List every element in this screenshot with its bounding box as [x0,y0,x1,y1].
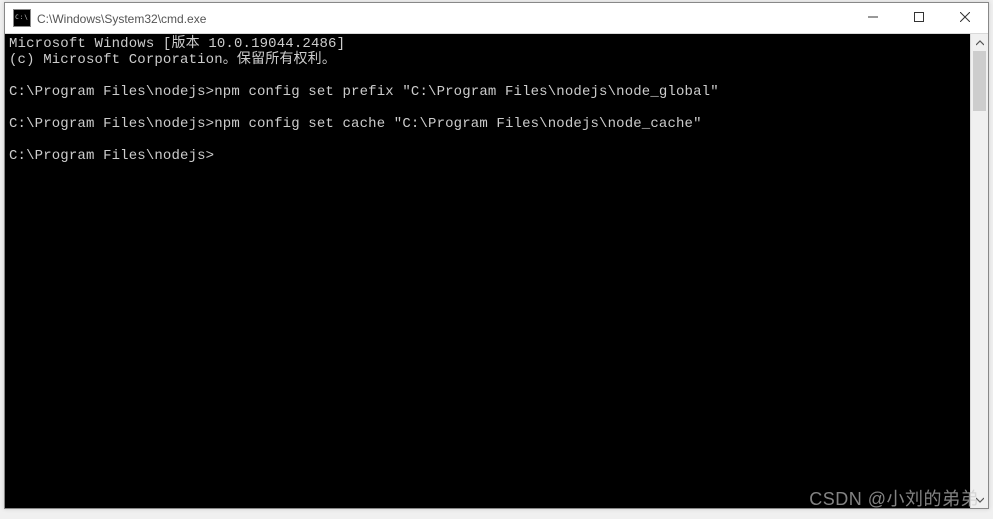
maximize-icon [914,11,924,25]
window-titlebar[interactable]: C:\ C:\Windows\System32\cmd.exe [5,3,988,34]
terminal-line: Microsoft Windows [版本 10.0.19044.2486] [9,36,345,52]
vertical-scrollbar[interactable] [970,34,988,508]
chevron-down-icon [976,491,984,509]
terminal-line: C:\Program Files\nodejs>npm config set p… [9,84,719,100]
cmd-icon: C:\ [13,9,31,27]
cmd-window: C:\ C:\Windows\System32\cmd.exe Microsof… [4,2,989,509]
close-icon [960,11,970,25]
maximize-button[interactable] [896,3,942,33]
scroll-down-button[interactable] [971,491,988,508]
window-title: C:\Windows\System32\cmd.exe [37,11,850,26]
terminal-line: C:\Program Files\nodejs> [9,148,214,164]
terminal-output[interactable]: Microsoft Windows [版本 10.0.19044.2486] (… [5,34,970,508]
scroll-thumb[interactable] [973,51,986,111]
close-button[interactable] [942,3,988,33]
client-area: Microsoft Windows [版本 10.0.19044.2486] (… [5,34,988,508]
terminal-cursor [215,150,222,164]
minimize-icon [868,11,878,25]
scroll-up-button[interactable] [971,34,988,51]
terminal-line: (c) Microsoft Corporation。保留所有权利。 [9,52,336,68]
minimize-button[interactable] [850,3,896,33]
chevron-up-icon [976,34,984,52]
terminal-line: C:\Program Files\nodejs>npm config set c… [9,116,702,132]
window-controls [850,3,988,33]
scroll-track[interactable] [971,51,988,491]
